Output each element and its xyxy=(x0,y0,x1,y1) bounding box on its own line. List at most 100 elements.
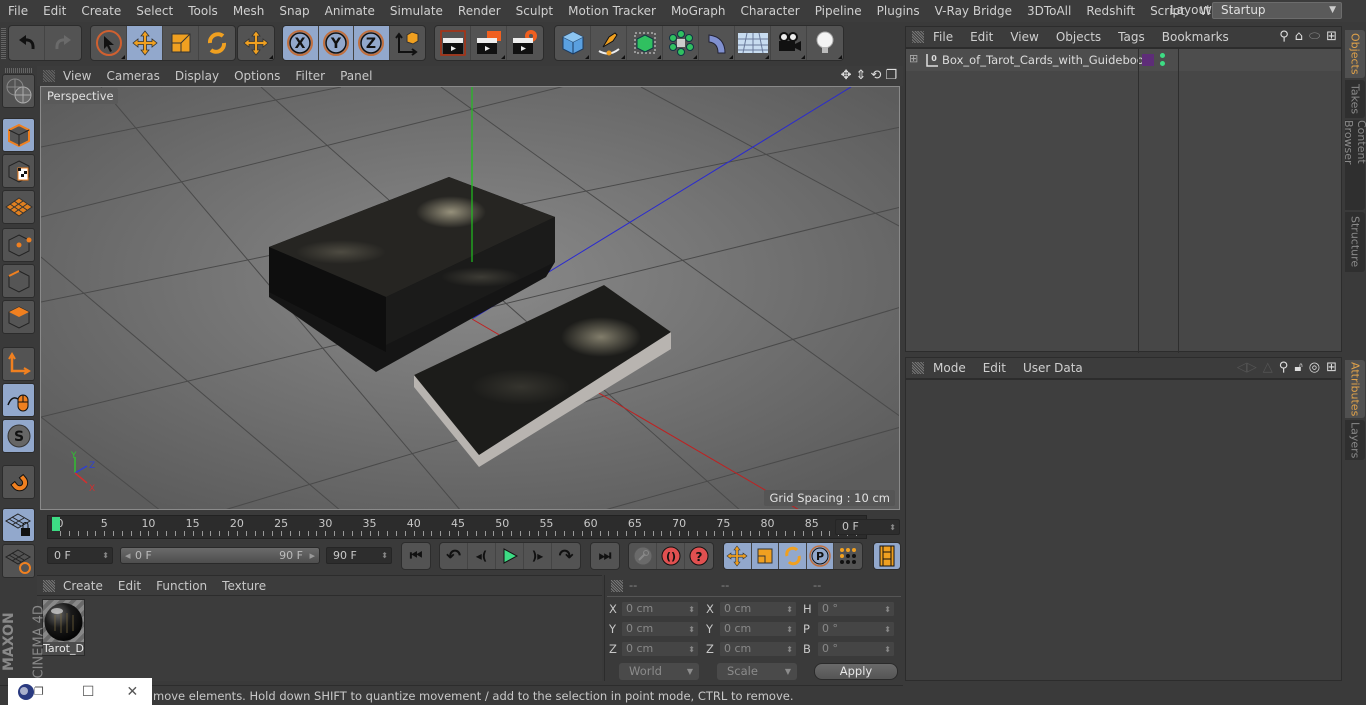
pos-z-field[interactable]: 0 cm ⬍ xyxy=(621,641,699,657)
tab-content-browser[interactable]: Content Browser xyxy=(1342,120,1366,210)
tab-takes[interactable]: Takes xyxy=(1345,80,1365,118)
render-visibility-dot[interactable] xyxy=(1160,61,1165,66)
layer-color-swatch[interactable] xyxy=(1142,54,1154,66)
tab-attributes[interactable]: Attributes xyxy=(1345,360,1365,418)
viewport-menu-panel[interactable]: Panel xyxy=(332,69,379,83)
tab-layers[interactable]: Layers xyxy=(1345,420,1365,460)
maximize-view-icon[interactable]: ❐ xyxy=(885,68,897,83)
coordinates-grip[interactable] xyxy=(611,580,623,592)
deformer-button[interactable] xyxy=(699,26,735,60)
menu-create[interactable]: Create xyxy=(73,4,128,18)
material-menu-function[interactable]: Function xyxy=(148,579,214,593)
current-frame-field[interactable]: 0 F ⬍ xyxy=(835,519,900,535)
new-panel-icon[interactable]: ⊞ xyxy=(1326,29,1337,44)
restore-icon[interactable]: ❐ xyxy=(34,685,44,698)
menu-character[interactable]: Character xyxy=(732,4,806,18)
om-menu-bookmarks[interactable]: Bookmarks xyxy=(1153,30,1237,44)
object-manager-grip[interactable] xyxy=(912,31,924,43)
back-arrow-icon[interactable]: ◁▷ xyxy=(1237,360,1257,375)
rot-p-field[interactable]: 0 ° ⬍ xyxy=(817,621,895,637)
toolbar-grip[interactable] xyxy=(1,27,6,59)
tweak-mode-button[interactable] xyxy=(2,383,35,417)
solo-button[interactable]: S xyxy=(2,419,35,453)
menu-3dtoall[interactable]: 3DToAll xyxy=(1019,4,1078,18)
axis-mode-button[interactable] xyxy=(2,347,35,381)
layout-dropdown[interactable]: Startup ▼ xyxy=(1212,2,1342,19)
om-menu-objects[interactable]: Objects xyxy=(1047,30,1109,44)
lock-icon[interactable]: 🔓︎ xyxy=(1294,360,1302,375)
menu-plugins[interactable]: Plugins xyxy=(869,4,927,18)
range-left-arrow-icon[interactable]: ◂ xyxy=(125,548,131,563)
pos-x-field[interactable]: 0 cm ⬍ xyxy=(621,601,699,617)
attribute-manager-grip[interactable] xyxy=(912,362,924,374)
key-rotation-button[interactable] xyxy=(779,543,807,569)
om-menu-view[interactable]: View xyxy=(1001,30,1046,44)
scale-tool-button[interactable] xyxy=(163,26,199,60)
key-scale-button[interactable] xyxy=(751,543,780,569)
maximize-icon[interactable]: ☐ xyxy=(82,684,95,700)
y-axis-lock-button[interactable]: Y xyxy=(318,26,354,60)
polygons-mode-button[interactable] xyxy=(2,300,35,334)
om-menu-file[interactable]: File xyxy=(924,30,961,44)
om-menu-tags[interactable]: Tags xyxy=(1109,30,1153,44)
rotate-view-icon[interactable]: ⟲ xyxy=(870,68,881,83)
menu-select[interactable]: Select xyxy=(128,4,180,18)
z-axis-lock-button[interactable]: Z xyxy=(354,26,390,60)
edges-mode-button[interactable] xyxy=(2,264,35,298)
cloner-button[interactable] xyxy=(663,26,699,60)
size-y-field[interactable]: 0 cm ⬍ xyxy=(719,621,797,637)
viewport-menu-view[interactable]: View xyxy=(55,69,98,83)
workplane-mode-button[interactable] xyxy=(2,190,35,224)
material-menu-create[interactable]: Create xyxy=(55,579,110,593)
menu-edit[interactable]: Edit xyxy=(35,4,73,18)
viewport-menu-filter[interactable]: Filter xyxy=(287,69,332,83)
size-x-field[interactable]: 0 cm ⬍ xyxy=(719,601,797,617)
redo-button[interactable] xyxy=(45,26,81,60)
play-button[interactable] xyxy=(496,543,524,569)
light-button[interactable] xyxy=(807,26,843,60)
pen-spline-button[interactable] xyxy=(591,26,627,60)
expand-icon[interactable]: ⊞ xyxy=(909,52,918,65)
cube-button[interactable] xyxy=(555,26,591,60)
search-icon[interactable]: ⚲ xyxy=(1279,360,1289,375)
subdivision-surface-button[interactable] xyxy=(627,26,663,60)
menu-motion-tracker[interactable]: Motion Tracker xyxy=(560,4,663,18)
lock-workplane-button[interactable] xyxy=(2,508,35,542)
perspective-viewport[interactable]: Y Z X Perspective Grid Spacing : 10 cm xyxy=(40,86,900,510)
menu-sculpt[interactable]: Sculpt xyxy=(508,4,560,18)
am-menu-mode[interactable]: Mode xyxy=(924,361,974,375)
render-to-picture-viewer-button[interactable] xyxy=(471,26,507,60)
record-active-objects-button[interactable] xyxy=(629,543,657,569)
menu-redshift[interactable]: Redshift xyxy=(1078,4,1142,18)
pos-y-field[interactable]: 0 cm ⬍ xyxy=(621,621,699,637)
search-icon[interactable]: ⚲ xyxy=(1279,29,1289,44)
tab-objects[interactable]: Objects xyxy=(1345,30,1365,78)
coordinate-system-button[interactable] xyxy=(390,26,425,60)
tab-structure[interactable]: Structure xyxy=(1345,212,1365,272)
menu-vray-bridge[interactable]: V-Ray Bridge xyxy=(927,4,1019,18)
menu-tools[interactable]: Tools xyxy=(180,4,225,18)
timeline-button[interactable] xyxy=(874,543,900,569)
go-to-start-button[interactable]: ⏮ xyxy=(402,543,430,569)
target-icon[interactable]: ◎ xyxy=(1309,360,1320,375)
key-parameter-button[interactable]: P xyxy=(806,543,835,569)
texture-mode-button[interactable] xyxy=(2,154,35,188)
menu-snap[interactable]: Snap xyxy=(271,4,316,18)
rotate-tool-button[interactable] xyxy=(199,26,235,60)
workplane-snap-button[interactable] xyxy=(2,544,35,578)
camera-button[interactable] xyxy=(771,26,807,60)
next-frame-button[interactable]: )▸ xyxy=(524,543,552,569)
live-selection-button[interactable] xyxy=(91,26,127,60)
last-tool-button[interactable] xyxy=(238,26,274,60)
size-mode-dropdown[interactable]: Scale ▼ xyxy=(717,663,797,680)
render-settings-button[interactable] xyxy=(507,26,543,60)
new-panel-icon[interactable]: ⊞ xyxy=(1326,360,1337,375)
preview-range-slider[interactable]: ◂ 0 F 90 F ▸ xyxy=(120,547,320,564)
object-name[interactable]: Box_of_Tarot_Cards_with_Guidebook xyxy=(942,53,1151,67)
material-swatch[interactable]: Tarot_D xyxy=(42,599,85,656)
previous-keyframe-button[interactable]: ↶ xyxy=(440,543,468,569)
undo-button[interactable] xyxy=(9,26,45,60)
range-right-arrow-icon[interactable]: ▸ xyxy=(309,548,315,563)
material-menu-edit[interactable]: Edit xyxy=(110,579,148,593)
keyframe-selection-button[interactable]: ? xyxy=(685,543,713,569)
